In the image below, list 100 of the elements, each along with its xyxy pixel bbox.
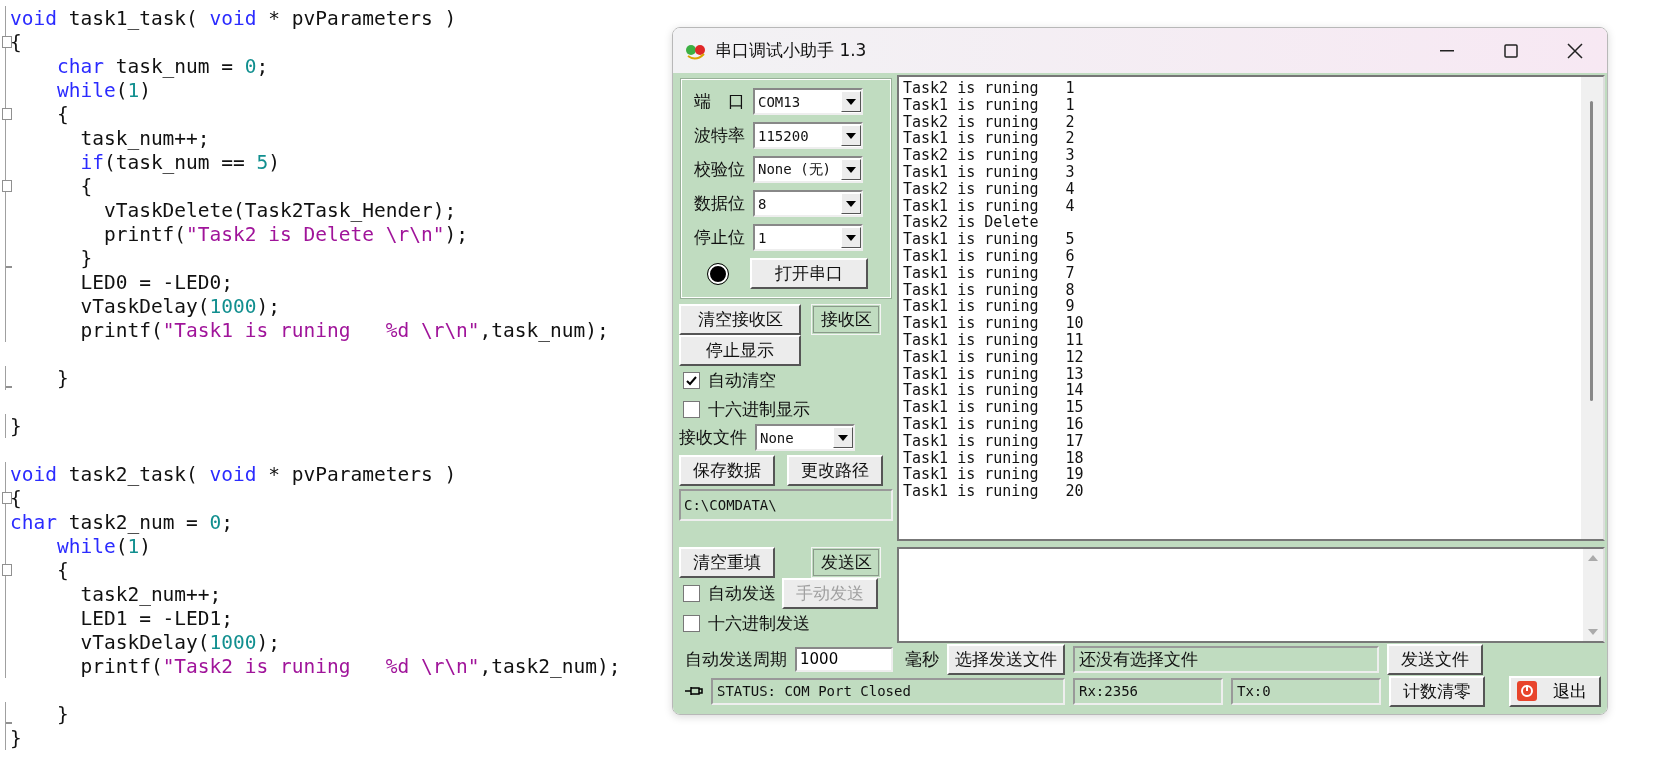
code-line: { [10, 486, 22, 510]
scroll-down-icon[interactable] [1588, 629, 1598, 635]
path-field: C:\COMDATA\ [679, 489, 893, 521]
checkbox[interactable] [683, 585, 700, 602]
output-line: Task1 is runing 16 [903, 415, 1085, 433]
code-line: printf("Task2 is runing %d \r\n",task2_num); [79, 654, 621, 678]
receive-file-label: 接收文件 [679, 426, 747, 449]
setting-dropdown[interactable]: COM13 [753, 88, 863, 115]
fold-marker-icon[interactable] [2, 108, 12, 120]
setting-dropdown[interactable]: 8 [753, 190, 863, 217]
code-line: char task_num = 0; [55, 54, 269, 78]
output-line: Task1 is runing 6 [903, 247, 1076, 265]
period-input[interactable]: 1000 [795, 646, 893, 672]
send-area-button[interactable]: 发送区 [811, 547, 881, 578]
output-line: Task1 is runing 19 [903, 466, 1085, 484]
code-line: { [79, 174, 93, 198]
output-line: Task1 is runing 17 [903, 432, 1085, 450]
code-line: } [10, 726, 22, 750]
output-line: Task1 is runing 2 [903, 130, 1076, 148]
scroll-up-icon[interactable] [1588, 555, 1598, 561]
output-line: Task1 is runing 10 [903, 315, 1085, 332]
stop-display-button[interactable]: 停止显示 [679, 335, 801, 366]
code-line: vTaskDelay(1000); [79, 294, 281, 318]
output-line: Task1 is runing 3 [903, 164, 1076, 181]
checkmark-icon [686, 375, 697, 386]
fold-marker-icon[interactable] [2, 492, 12, 504]
output-line: Task2 is runing 1 [903, 80, 1076, 97]
caret-icon [846, 98, 856, 105]
receive-file-dropdown[interactable]: None [755, 424, 855, 451]
setting-dropdown[interactable]: 1 [753, 224, 863, 251]
code-line: void task1_task( void * pvParameters ) [10, 6, 457, 30]
pin-icon [685, 685, 703, 697]
caret-icon [846, 200, 856, 207]
output-line: Task1 is runing 14 [903, 382, 1085, 400]
code-line: void task2_task( void * pvParameters ) [10, 462, 457, 486]
checkbox[interactable] [683, 372, 700, 389]
setting-label: 端 口 [694, 90, 745, 113]
output-line: Task1 is runing 11 [903, 331, 1085, 349]
caret-icon [846, 132, 856, 139]
period-label: 自动发送周期 [685, 647, 787, 671]
close-icon [1567, 42, 1583, 59]
checkbox-label: 自动发送 [708, 582, 776, 605]
unit-label: 毫秒 [905, 647, 939, 671]
receive-area-button[interactable]: 接收区 [811, 304, 881, 335]
code-line: printf("Task2 is Delete \r\n"); [102, 222, 468, 246]
file-status-field: 还没有选择文件 [1073, 645, 1379, 673]
output-line: Task1 is runing 9 [903, 298, 1076, 316]
output-line: Task2 is Delete [903, 214, 1040, 232]
send-file-button[interactable]: 发送文件 [1387, 643, 1483, 675]
choose-file-button[interactable]: 选择发送文件 [947, 643, 1065, 675]
code-line: } [55, 366, 69, 390]
clear-receive-button[interactable]: 清空接收区 [679, 304, 801, 335]
output-line: Task1 is runing 20 [903, 483, 1085, 500]
code-line: vTaskDelete(Task2Task_Hender); [102, 198, 457, 222]
fold-marker-icon[interactable] [2, 564, 12, 576]
exit-button[interactable]: 退出 [1509, 675, 1601, 707]
code-line: vTaskDelay(1000); [79, 630, 281, 654]
output-line: Task1 is runing 8 [903, 281, 1076, 299]
code-line: { [55, 558, 69, 582]
code-line: { [10, 30, 22, 54]
output-line: Task2 is runing 4 [903, 180, 1076, 198]
checkbox-label: 十六进制发送 [708, 612, 810, 635]
setting-label: 停止位 [694, 226, 745, 249]
checkbox-label: 自动清空 [708, 369, 776, 392]
code-line: task2_num++; [79, 582, 222, 606]
setting-label: 波特率 [694, 124, 745, 147]
fold-marker-icon[interactable] [2, 36, 12, 48]
open-port-button[interactable]: 打开串口 [750, 258, 868, 289]
code-line: } [55, 702, 69, 726]
fold-marker-icon[interactable] [2, 180, 12, 192]
rx-count-field: Rx:2356 [1073, 677, 1223, 705]
checkbox[interactable] [683, 615, 700, 632]
output-line: Task1 is runing 12 [903, 348, 1085, 366]
code-line: LED0 = -LED0; [79, 270, 234, 294]
output-line: Task1 is runing 15 [903, 399, 1085, 416]
setting-dropdown[interactable]: 115200 [753, 122, 863, 149]
output-line: Task1 is runing 1 [903, 96, 1076, 114]
code-line: LED1 = -LED1; [79, 606, 234, 630]
code-line: char task2_num = 0; [10, 510, 234, 534]
output-line: Task1 is runing 13 [903, 365, 1085, 383]
checkbox[interactable] [683, 401, 700, 418]
output-line: Task1 is runing 18 [903, 449, 1085, 467]
change-path-button[interactable]: 更改路径 [787, 455, 883, 486]
code-line: } [10, 414, 22, 438]
send-input[interactable] [897, 547, 1605, 643]
code-line: while(1) [55, 534, 151, 558]
scrollbar-thumb[interactable] [1590, 101, 1593, 401]
setting-dropdown[interactable]: None (无) [753, 156, 863, 183]
output-line: Task2 is runing 3 [903, 147, 1076, 164]
caret-icon [846, 166, 856, 173]
reset-count-button[interactable]: 计数清零 [1389, 675, 1485, 707]
output-line: Task1 is runing 4 [903, 197, 1076, 215]
code-line: task_num++; [79, 126, 210, 150]
save-data-button[interactable]: 保存数据 [679, 455, 775, 486]
output-line: Task2 is runing 2 [903, 113, 1076, 131]
output-line: Task1 is runing 7 [903, 264, 1076, 282]
output-line: Task1 is runing 5 [903, 231, 1076, 248]
tx-count-field: Tx:0 [1231, 677, 1381, 705]
clear-send-button[interactable]: 清空重填 [679, 547, 775, 578]
power-icon [1517, 681, 1537, 701]
